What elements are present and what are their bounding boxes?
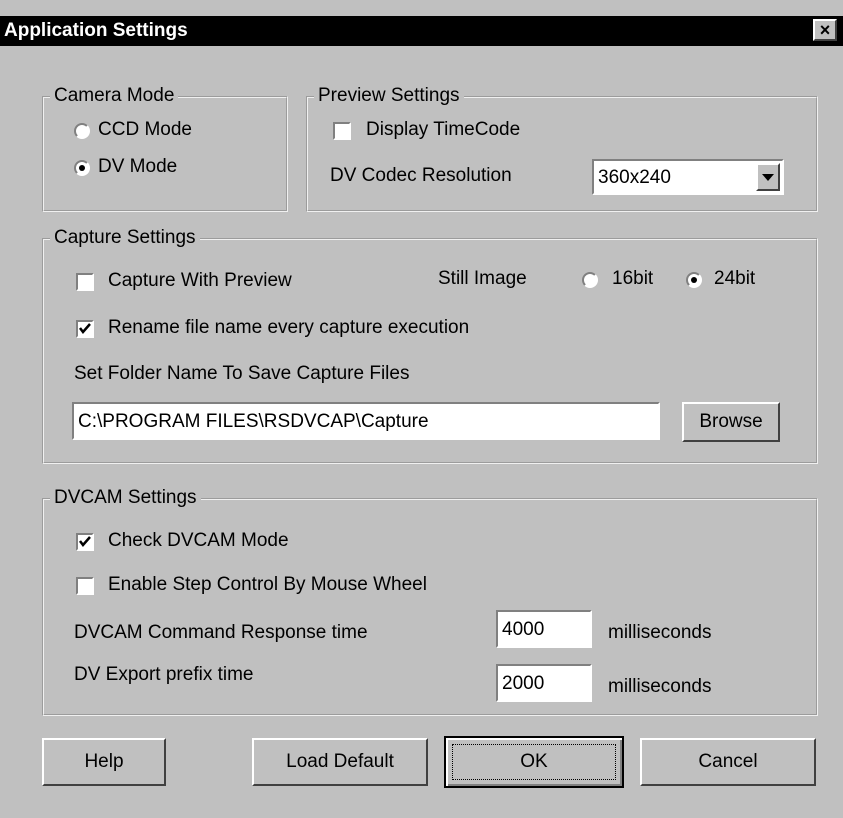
dvcam-settings-legend: DVCAM Settings [50, 487, 201, 509]
cancel-button[interactable]: Cancel [640, 738, 816, 786]
24bit-radio[interactable] [686, 272, 702, 288]
codec-resolution-select[interactable]: 360x240 [592, 159, 784, 195]
16bit-label: 16bit [612, 268, 654, 289]
export-prefix-unit: milliseconds [608, 676, 712, 697]
rename-file-checkbox[interactable] [76, 320, 94, 338]
help-button[interactable]: Help [42, 738, 166, 786]
display-timecode-label: Display TimeCode [366, 119, 521, 140]
codec-resolution-value: 360x240 [598, 167, 671, 188]
16bit-radio[interactable] [582, 272, 598, 288]
capture-settings-legend: Capture Settings [50, 227, 200, 249]
camera-mode-legend: Camera Mode [50, 85, 179, 107]
folder-path-input[interactable]: C:\PROGRAM FILES\RSDVCAP\Capture [72, 402, 660, 440]
response-time-unit: milliseconds [608, 622, 712, 643]
capture-with-preview-checkbox[interactable] [76, 273, 94, 291]
capture-with-preview-label: Capture With Preview [108, 270, 292, 291]
display-timecode-checkbox[interactable] [333, 122, 351, 140]
focus-rectangle [452, 744, 616, 780]
check-dvcam-label: Check DVCAM Mode [108, 530, 289, 551]
dv-mode-label: DV Mode [98, 156, 178, 177]
close-icon[interactable]: × [813, 19, 837, 41]
export-prefix-value: 2000 [502, 673, 545, 694]
radio-selected-dot [79, 165, 85, 171]
preview-settings-legend: Preview Settings [314, 85, 464, 107]
ccd-mode-radio[interactable] [74, 123, 90, 139]
dv-mode-radio[interactable] [74, 160, 90, 176]
folder-label: Set Folder Name To Save Capture Files [74, 363, 410, 384]
folder-path-value: C:\PROGRAM FILES\RSDVCAP\Capture [78, 411, 429, 432]
load-default-button[interactable]: Load Default [252, 738, 428, 786]
checkmark-icon [79, 536, 91, 547]
step-control-checkbox[interactable] [76, 577, 94, 595]
export-prefix-input[interactable]: 2000 [496, 664, 592, 702]
response-time-label: DVCAM Command Response time [74, 622, 368, 643]
response-time-value: 4000 [502, 619, 545, 640]
radio-selected-dot [691, 277, 697, 283]
export-prefix-label: DV Export prefix time [74, 664, 254, 685]
checkmark-icon [79, 323, 91, 334]
still-image-label: Still Image [438, 268, 527, 289]
24bit-label: 24bit [714, 268, 756, 289]
check-dvcam-checkbox[interactable] [76, 533, 94, 551]
camera-mode-group: Camera Mode [42, 85, 288, 212]
window-title: Application Settings [4, 20, 188, 41]
title-bar: Application Settings × [0, 16, 843, 46]
codec-resolution-label: DV Codec Resolution [330, 165, 512, 186]
dropdown-arrow-icon[interactable] [756, 163, 780, 191]
ccd-mode-label: CCD Mode [98, 119, 192, 140]
settings-dialog: Application Settings × Camera Mode CCD M… [0, 0, 843, 818]
browse-button[interactable]: Browse [682, 402, 780, 442]
response-time-input[interactable]: 4000 [496, 610, 592, 648]
rename-file-label: Rename file name every capture execution [108, 317, 470, 338]
step-control-label: Enable Step Control By Mouse Wheel [108, 574, 427, 595]
